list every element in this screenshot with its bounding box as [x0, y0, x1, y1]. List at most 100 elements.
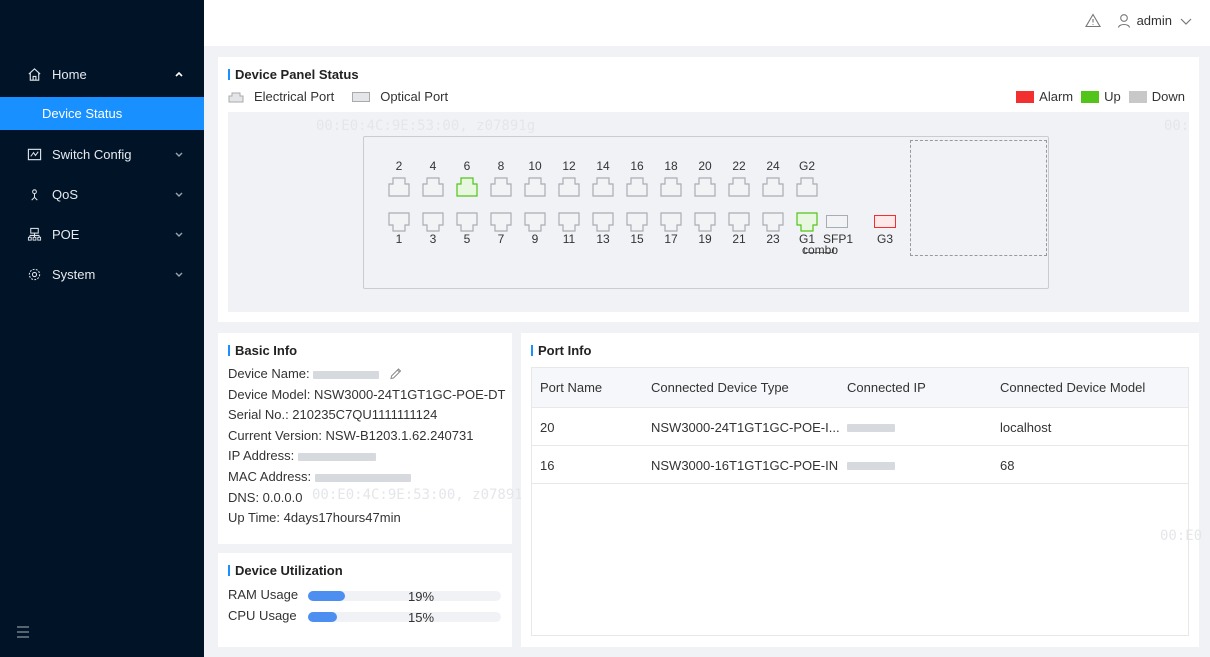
device-model: Device Model: NSW3000-24T1GT1GC-POE-DT — [228, 386, 506, 402]
ip-address-value-redacted — [297, 452, 376, 461]
sidebar-item-home[interactable]: Home — [0, 54, 204, 94]
port-number-label: 10 — [528, 159, 542, 173]
port-18[interactable] — [660, 177, 682, 197]
port-number-label: 13 — [596, 232, 610, 246]
port-number-label: 16 — [630, 159, 644, 173]
port-5[interactable] — [456, 212, 478, 232]
port-12[interactable] — [558, 177, 580, 197]
optical-port-icon — [352, 91, 371, 102]
port-sfp1[interactable] — [826, 215, 848, 228]
legend-down-label: Down — [1151, 89, 1185, 104]
device-name-label: Device Name: — [228, 366, 310, 381]
device-type-cell: NSW3000-24T1GT1GC-POE-I... — [651, 420, 840, 435]
port-info-table: Port Name Connected Device Type Connecte… — [531, 367, 1202, 636]
sidebar-item-system[interactable]: System — [0, 254, 204, 294]
chevron-down-icon — [175, 232, 183, 237]
port-number-label: G2 — [798, 159, 815, 173]
port-24[interactable] — [762, 177, 784, 197]
legend-alarm-label: Alarm — [1039, 89, 1074, 104]
sidebar-item-label: Switch Config — [52, 146, 132, 162]
port-17[interactable] — [660, 212, 682, 232]
port-name-cell: 20 — [540, 420, 555, 435]
table-row[interactable]: 20 NSW3000-24T1GT1GC-POE-I... localhost — [532, 408, 1188, 446]
alarm-swatch — [1016, 90, 1035, 103]
card-title: Port Info — [531, 343, 591, 358]
cpu-usage-fill — [308, 612, 337, 622]
combo-label: combo — [801, 243, 839, 257]
combo-port-group — [910, 140, 1047, 256]
port-number-label: 17 — [664, 232, 678, 246]
sidebar-subitem-device-status[interactable]: Device Status — [0, 97, 204, 130]
port-number-label: 8 — [497, 159, 505, 173]
port-name-cell: 16 — [540, 458, 555, 473]
port-3[interactable] — [422, 212, 444, 232]
poe-icon — [26, 226, 42, 242]
mac-address-label: MAC Address: — [228, 468, 312, 484]
gear-icon — [26, 266, 42, 282]
port-11[interactable] — [558, 212, 580, 232]
connected-ip-redacted — [847, 462, 895, 470]
chevron-down-icon — [175, 272, 183, 277]
connected-ip-redacted — [847, 424, 895, 432]
port-9[interactable] — [524, 212, 546, 232]
column-header-port-name: Port Name — [540, 380, 603, 395]
port-info-card: Port Info Port Name Connected Device Typ… — [521, 333, 1202, 647]
port-15[interactable] — [626, 212, 648, 232]
port-8[interactable] — [490, 177, 512, 197]
port-2[interactable] — [388, 177, 410, 197]
device-utilization-card: Device Utilization RAM Usage 19% CPU Usa… — [218, 553, 512, 647]
port-13[interactable] — [592, 212, 614, 232]
sidebar-item-qos[interactable]: QoS — [0, 174, 204, 214]
edit-icon[interactable] — [389, 367, 403, 380]
port-1[interactable] — [388, 212, 410, 232]
port-10[interactable] — [524, 177, 546, 197]
port-g2[interactable] — [796, 177, 818, 197]
watermark: 00:E0 — [1160, 528, 1203, 544]
port-number-label: 12 — [562, 159, 576, 173]
dns: DNS: 0.0.0.0 — [228, 489, 303, 505]
port-4[interactable] — [422, 177, 444, 197]
sidebar-item-label: Home — [52, 66, 87, 82]
column-header-device-type: Connected Device Type — [651, 380, 789, 395]
user-name[interactable]: admin — [1137, 13, 1172, 28]
device-type-cell: NSW3000-16T1GT1GC-POE-IN — [651, 458, 839, 473]
port-16[interactable] — [626, 177, 648, 197]
port-6[interactable] — [456, 177, 478, 197]
home-icon — [26, 66, 42, 82]
port-number-label: 24 — [766, 159, 780, 173]
port-g1[interactable] — [796, 212, 818, 232]
port-23[interactable] — [762, 212, 784, 232]
device-name-value-redacted — [313, 370, 380, 379]
port-number-label: 22 — [732, 159, 746, 173]
legend-optical-label: Optical Port — [380, 89, 449, 104]
device-name-row: Device Name: — [228, 364, 505, 385]
cpu-usage-row: CPU Usage — [228, 608, 297, 623]
ip-address-row: IP Address: — [228, 446, 505, 467]
sidebar-item-poe[interactable]: POE — [0, 214, 204, 254]
port-21[interactable] — [728, 212, 750, 232]
port-22[interactable] — [728, 177, 750, 197]
chevron-down-icon — [175, 192, 183, 197]
chevron-down-icon[interactable] — [1178, 14, 1194, 28]
cpu-usage-value: 15% — [408, 610, 435, 625]
card-title: Device Utilization — [228, 563, 343, 578]
port-g3[interactable] — [874, 215, 896, 228]
sidebar-item-label: System — [52, 266, 96, 282]
port-7[interactable] — [490, 212, 512, 232]
table-row[interactable]: 16 NSW3000-16T1GT1GC-POE-IN 68 — [532, 446, 1188, 484]
port-type-legend: Electrical Port Optical Port — [228, 89, 466, 104]
mac-address-value-redacted — [314, 473, 411, 482]
port-20[interactable] — [694, 177, 716, 197]
sidebar-item-switch-config[interactable]: Switch Config — [0, 134, 204, 174]
warning-icon[interactable] — [1084, 13, 1101, 28]
card-title: Device Panel Status — [228, 67, 359, 82]
switch-config-icon — [26, 146, 42, 162]
legend-electrical-label: Electrical Port — [254, 89, 335, 104]
current-version: Current Version: NSW-B1203.1.62.240731 — [228, 427, 474, 443]
collapse-menu-icon[interactable] — [16, 626, 30, 638]
column-header-connected-ip: Connected IP — [847, 380, 926, 395]
column-header-device-model: Connected Device Model — [1000, 380, 1146, 395]
watermark: 00:E0:4C:9E:53:00, z07891g — [316, 118, 536, 134]
port-14[interactable] — [592, 177, 614, 197]
port-19[interactable] — [694, 212, 716, 232]
